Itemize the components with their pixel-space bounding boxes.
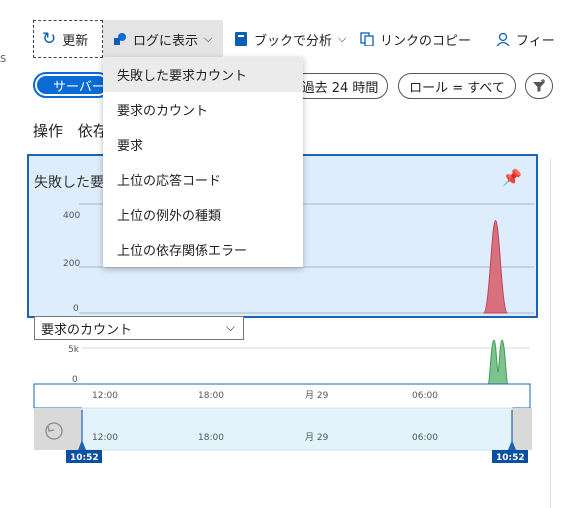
- time-brush[interactable]: 5k 0 12:00 18:00 月 29 06:00 12:00 18:00 …: [0, 340, 561, 470]
- request-count-area: [487, 340, 509, 385]
- brush-selection: [81, 407, 513, 451]
- tab-operations[interactable]: 操作: [33, 122, 63, 140]
- y-tick-label: 5k: [68, 345, 80, 355]
- metric-select-value: 要求のカウント: [41, 322, 133, 338]
- toolbar: s ↻ 更新 ログに表示 ⌵ ブックで分析 ⌵ リンクのコピー フィー: [0, 20, 561, 65]
- y-tick-label: 200: [63, 259, 80, 269]
- time-range-pill[interactable]: 過去 24 時間: [292, 73, 388, 99]
- copy-icon: [360, 32, 374, 47]
- copy-link-button[interactable]: リンクのコピー: [360, 20, 471, 58]
- x-tick-label: 18:00: [198, 433, 224, 443]
- server-filter-label: サーバー: [37, 76, 107, 95]
- feedback-button[interactable]: フィー: [496, 20, 555, 58]
- x-tick-label: 月 29: [305, 390, 329, 401]
- menu-item-failed-request-count[interactable]: 失敗した要求カウント: [103, 57, 303, 92]
- menu-item-requests[interactable]: 要求: [103, 127, 303, 162]
- tab-bar: 操作 依存: [33, 120, 108, 141]
- menu-item-top-dependency-failures[interactable]: 上位の依存関係エラー: [103, 232, 303, 267]
- feedback-icon: [496, 32, 510, 47]
- filter-icon: [533, 79, 545, 92]
- chevron-down-icon: ⌵: [225, 320, 235, 334]
- workbook-icon: [234, 32, 248, 46]
- brush-start-badge: 10:52: [70, 453, 99, 463]
- chevron-down-icon: ⌵: [204, 32, 213, 45]
- y-tick-label: 0: [73, 304, 79, 314]
- feedback-label: フィー: [516, 33, 555, 49]
- server-filter-pill[interactable]: サーバー: [33, 72, 111, 98]
- refresh-button[interactable]: ↻ 更新: [33, 20, 103, 58]
- refresh-label: 更新: [62, 33, 89, 49]
- x-tick-label: 12:00: [92, 433, 118, 443]
- metric-select[interactable]: 要求のカウント ⌵: [34, 316, 244, 340]
- role-filter-label: ロール = すべて: [409, 80, 505, 96]
- x-tick-label: 12:00: [92, 391, 118, 401]
- menu-item-top-response-codes[interactable]: 上位の応答コード: [103, 162, 303, 197]
- x-tick-label: 18:00: [198, 391, 224, 401]
- time-range-label: 過去 24 時間: [301, 80, 379, 96]
- analyze-in-workbook-button[interactable]: ブックで分析 ⌵: [230, 20, 346, 58]
- view-in-logs-button[interactable]: ログに表示 ⌵: [103, 20, 223, 58]
- menu-item-top-exception-types[interactable]: 上位の例外の種類: [103, 197, 303, 232]
- menu-item-request-count[interactable]: 要求のカウント: [103, 92, 303, 127]
- view-in-logs-menu: 失敗した要求カウント 要求のカウント 要求 上位の応答コード 上位の例外の種類 …: [103, 57, 303, 267]
- logs-icon: [113, 32, 127, 46]
- view-in-logs-label: ログに表示: [133, 33, 199, 49]
- brush-left-outside: [34, 408, 82, 450]
- refresh-icon: ↻: [42, 29, 57, 49]
- role-filter-pill[interactable]: ロール = すべて: [398, 73, 516, 99]
- copy-link-label: リンクのコピー: [380, 33, 472, 49]
- x-tick-label: 月 29: [305, 432, 329, 443]
- brush-right-outside: [512, 408, 532, 450]
- brush-end-badge: 10:52: [496, 453, 525, 463]
- x-tick-label: 06:00: [412, 433, 438, 443]
- y-tick-label: 400: [63, 211, 80, 221]
- panel-divider: [550, 158, 551, 508]
- add-filter-button[interactable]: [525, 73, 553, 99]
- workbook-label: ブックで分析: [254, 33, 333, 49]
- x-tick-label: 06:00: [412, 391, 438, 401]
- panel-edge-marker: s: [0, 51, 7, 65]
- chevron-down-icon: ⌵: [338, 32, 347, 45]
